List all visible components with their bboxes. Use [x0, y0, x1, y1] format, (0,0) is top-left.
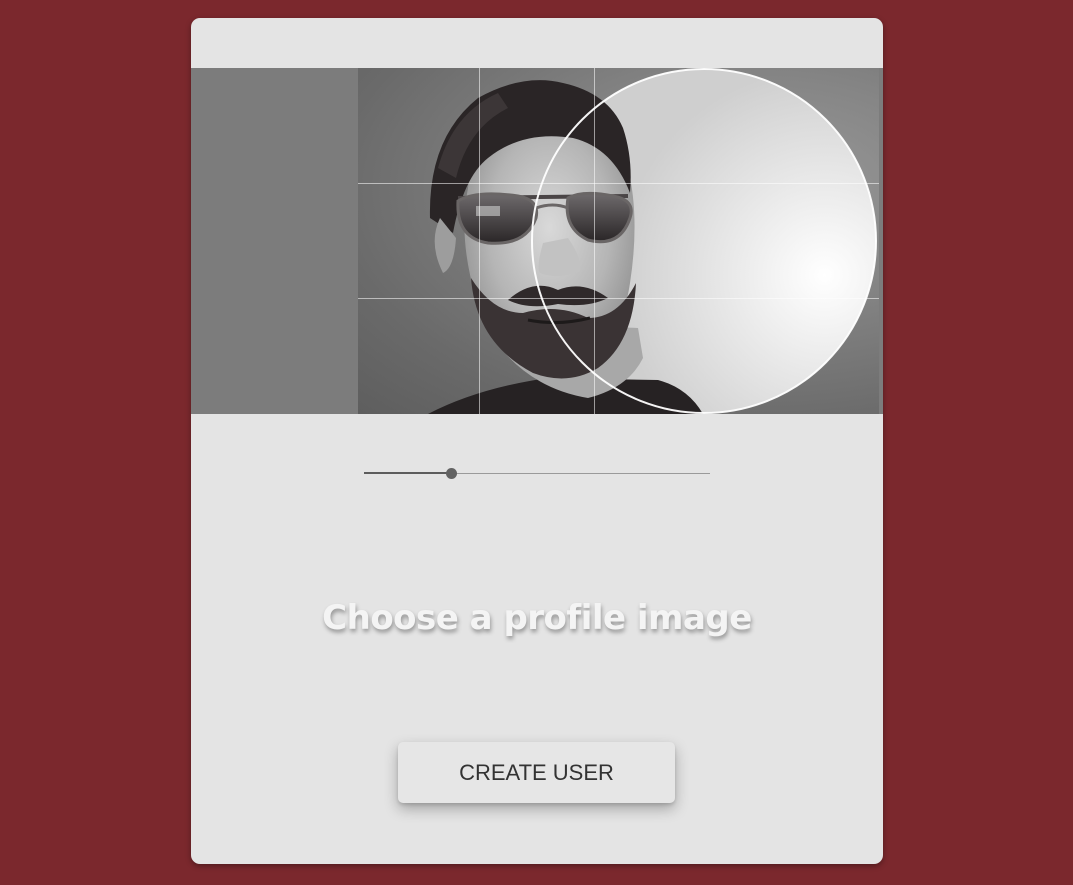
crop-grid-line	[479, 68, 480, 414]
profile-card: Choose a profile image CREATE USER	[191, 18, 883, 864]
zoom-slider-fill	[364, 472, 451, 474]
crop-circle[interactable]	[531, 68, 877, 414]
zoom-slider-thumb[interactable]	[445, 468, 457, 479]
crop-grid-line	[594, 68, 595, 414]
page-title: Choose a profile image	[322, 598, 752, 638]
crop-grid-line	[358, 183, 879, 184]
create-user-button[interactable]: CREATE USER	[398, 742, 675, 803]
zoom-slider[interactable]	[364, 467, 710, 481]
image-cropper[interactable]	[191, 68, 883, 414]
profile-photo[interactable]	[358, 68, 879, 414]
crop-grid-line	[358, 298, 879, 299]
